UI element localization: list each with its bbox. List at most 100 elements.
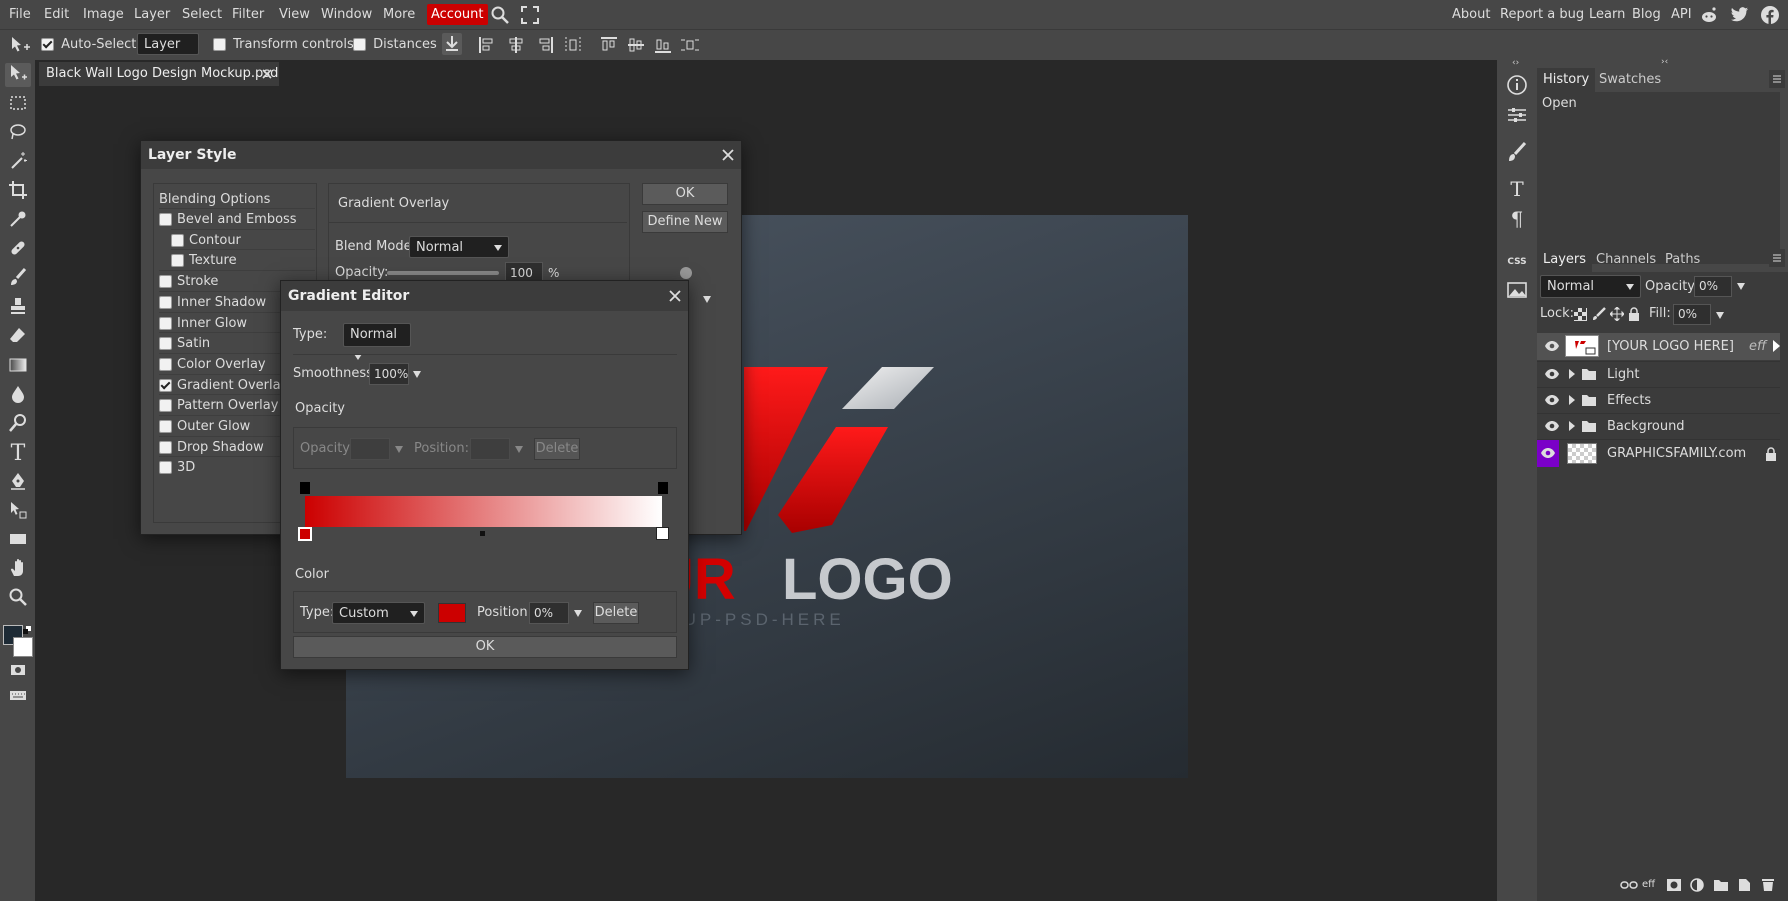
checkbox[interactable] xyxy=(159,213,172,226)
layer-effects-badge[interactable]: eff xyxy=(1749,333,1766,360)
link-blog[interactable]: Blog xyxy=(1632,0,1661,29)
fx-icon[interactable]: eff xyxy=(1642,878,1658,892)
lasso-tool-icon[interactable] xyxy=(5,122,31,146)
link-api[interactable]: API xyxy=(1671,0,1692,29)
new-layer-icon[interactable] xyxy=(1737,878,1751,892)
color-position-input[interactable]: 0% xyxy=(529,602,569,624)
eye-icon[interactable] xyxy=(1544,419,1560,433)
menu-filter[interactable]: Filter xyxy=(232,0,264,29)
layer-name[interactable]: [YOUR LOGO HERE] xyxy=(1607,333,1734,360)
triangle-down-icon[interactable] xyxy=(412,369,422,379)
layer-name[interactable]: Effects xyxy=(1607,388,1651,413)
layer-name[interactable]: GRAPHICSFAMILY.com xyxy=(1607,440,1746,467)
type-tool-icon[interactable]: T xyxy=(5,442,31,466)
fill-input[interactable]: 0% xyxy=(1673,304,1711,325)
menu-layer[interactable]: Layer xyxy=(134,0,170,29)
align-left-icon[interactable] xyxy=(478,36,496,54)
lock-transparency-icon[interactable] xyxy=(1574,308,1587,321)
checkbox[interactable] xyxy=(159,440,172,454)
chevron-right-icon[interactable] xyxy=(1567,394,1577,406)
twitter-icon[interactable] xyxy=(1731,7,1749,23)
smoothness-input[interactable]: 100% xyxy=(369,363,409,385)
download-icon[interactable] xyxy=(442,33,462,55)
quick-mask-icon[interactable] xyxy=(5,660,31,684)
auto-select-checkbox[interactable]: Auto-Select xyxy=(41,34,136,56)
align-bottom-icon[interactable] xyxy=(654,36,672,54)
midpoint-handle[interactable] xyxy=(480,531,485,536)
delete-layer-icon[interactable] xyxy=(1761,877,1775,892)
background-color-swatch[interactable] xyxy=(13,637,33,657)
tab-layers[interactable]: Layers xyxy=(1537,247,1593,272)
character-icon[interactable]: T xyxy=(1505,177,1529,201)
checkbox[interactable] xyxy=(159,295,172,309)
layer-blend-mode-dropdown[interactable]: Normal xyxy=(1540,275,1641,298)
layer-row-background[interactable]: Background xyxy=(1537,413,1780,440)
opacity-stop-left[interactable] xyxy=(300,482,310,494)
color-swatch[interactable] xyxy=(438,603,466,623)
gradient-type-dropdown[interactable]: Normal xyxy=(343,323,411,360)
collapse-arrows-icon[interactable]: ‹› xyxy=(1512,58,1519,68)
blending-option-bevel-and-emboss[interactable]: Bevel and Emboss xyxy=(159,208,315,231)
transform-controls-checkbox[interactable]: Transform controls xyxy=(213,34,354,56)
gradient-preview-bar[interactable] xyxy=(305,496,662,527)
blending-option-texture[interactable]: Texture xyxy=(171,249,315,272)
marquee-tool-icon[interactable] xyxy=(5,93,31,117)
opacity-stop-right[interactable] xyxy=(658,482,668,494)
stamp-tool-icon[interactable] xyxy=(5,296,31,320)
keyboard-icon[interactable] xyxy=(5,685,31,709)
blur-tool-icon[interactable] xyxy=(5,384,31,408)
checkbox[interactable] xyxy=(171,233,184,247)
checkbox[interactable] xyxy=(159,399,172,413)
layer-name[interactable]: Background xyxy=(1607,414,1685,439)
tab-paths[interactable]: Paths xyxy=(1659,247,1706,272)
opacity-slider-track[interactable] xyxy=(387,271,499,275)
swap-colors-icon[interactable] xyxy=(23,623,31,634)
color-type-dropdown[interactable]: Custom xyxy=(332,602,425,624)
info-icon[interactable] xyxy=(1505,73,1529,97)
menu-window[interactable]: Window xyxy=(321,0,372,29)
close-icon[interactable] xyxy=(668,289,682,303)
layer-row-effects[interactable]: Effects xyxy=(1537,387,1780,413)
align-center-h-icon[interactable] xyxy=(507,36,525,54)
panel-menu-icon[interactable] xyxy=(1769,249,1785,267)
reddit-icon[interactable] xyxy=(1700,6,1718,24)
checkbox[interactable] xyxy=(171,254,184,268)
opacity-slider-handle[interactable] xyxy=(680,267,692,279)
checkbox[interactable] xyxy=(159,357,172,371)
paragraph-icon[interactable]: ¶ xyxy=(1505,207,1529,231)
close-icon[interactable] xyxy=(260,62,274,86)
distances-check[interactable] xyxy=(353,38,366,51)
tab-channels[interactable]: Channels xyxy=(1590,247,1662,272)
layer-row-light[interactable]: Light xyxy=(1537,361,1780,387)
adjustments-icon[interactable] xyxy=(1505,103,1529,127)
lock-all-icon[interactable] xyxy=(1628,307,1640,321)
triangle-down-icon[interactable] xyxy=(573,608,583,618)
align-top-icon[interactable] xyxy=(600,36,618,54)
gradient-ok-button[interactable]: OK xyxy=(293,636,677,658)
tab-history[interactable]: History xyxy=(1537,68,1596,92)
move-tool-icon[interactable] xyxy=(5,63,31,87)
link-learn[interactable]: Learn xyxy=(1589,0,1625,29)
menu-file[interactable]: File xyxy=(9,0,31,29)
lock-position-icon[interactable] xyxy=(1609,306,1625,322)
triangle-down-icon[interactable] xyxy=(1715,310,1725,320)
menu-select[interactable]: Select xyxy=(182,0,222,29)
search-icon[interactable] xyxy=(490,5,510,25)
define-new-button[interactable]: Define New xyxy=(642,211,728,233)
blending-option-contour[interactable]: Contour xyxy=(171,228,315,252)
rectangle-tool-icon[interactable] xyxy=(5,529,31,553)
crop-tool-icon[interactable] xyxy=(5,180,31,204)
transform-controls-check[interactable] xyxy=(213,38,226,51)
image-icon[interactable] xyxy=(1505,278,1529,302)
panel-menu-icon[interactable] xyxy=(1769,70,1785,88)
brush-settings-icon[interactable] xyxy=(1505,140,1529,164)
stop-opacity-input[interactable] xyxy=(350,438,390,460)
gradient-tool-icon[interactable] xyxy=(5,355,31,379)
checkbox[interactable] xyxy=(159,316,172,330)
history-item[interactable]: Open xyxy=(1542,94,1577,114)
stop-delete-button[interactable]: Delete xyxy=(534,438,580,460)
expand-effects-icon[interactable] xyxy=(1771,339,1781,353)
auto-select-check[interactable] xyxy=(41,38,54,51)
distribute-h-icon[interactable] xyxy=(564,36,582,54)
triangle-down-icon[interactable] xyxy=(1736,281,1746,291)
